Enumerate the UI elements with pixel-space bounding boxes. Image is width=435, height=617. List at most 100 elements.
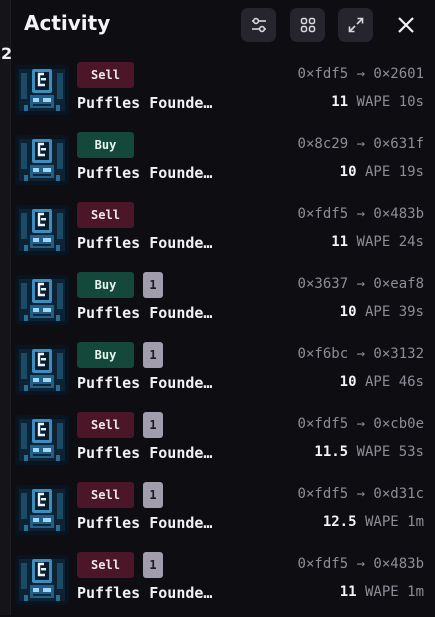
activity-row[interactable]: Sell Puffles Founde… 0×fdf5 → 0×483b 11 … — [10, 197, 435, 267]
nft-thumbnail[interactable] — [15, 555, 69, 605]
arrow-right-icon: → — [356, 206, 374, 222]
activity-row[interactable]: Sell 1 Puffles Founde… 0×fdf5 → 0×cb0e 1… — [10, 407, 435, 477]
collection-name[interactable]: Puffles Founde… — [77, 584, 212, 602]
price-currency: APE — [364, 304, 391, 320]
nft-thumbnail[interactable] — [15, 65, 69, 115]
to-address[interactable]: 0×2601 — [373, 66, 424, 82]
from-address[interactable]: 0×fdf5 — [298, 556, 349, 572]
transfer-route: 0×fdf5 → 0×d31c — [298, 486, 424, 502]
collection-name[interactable]: Puffles Founde… — [77, 374, 212, 392]
price-line: 10 APE 19s — [340, 164, 424, 180]
nft-thumbnail[interactable] — [15, 345, 69, 395]
collection-name[interactable]: Puffles Founde… — [77, 304, 212, 322]
time-ago: 10s — [398, 94, 424, 110]
arrow-right-icon: → — [356, 416, 374, 432]
trade-type-badge: Sell — [77, 482, 134, 508]
from-address[interactable]: 0×8c29 — [298, 136, 349, 152]
from-address[interactable]: 0×fdf5 — [298, 206, 349, 222]
arrow-right-icon: → — [356, 556, 374, 572]
transfer-route: 0×fdf5 → 0×483b — [298, 556, 424, 572]
nft-image — [15, 65, 69, 115]
time-ago: 46s — [398, 374, 424, 390]
quantity-badge: 1 — [143, 272, 163, 298]
quantity-badge: 1 — [143, 342, 163, 368]
close-button[interactable] — [389, 8, 423, 42]
price-line: 12.5 WAPE 1m — [323, 514, 424, 530]
collection-name[interactable]: Puffles Founde… — [77, 94, 212, 112]
trade-type-badge: Sell — [77, 552, 134, 578]
collection-name[interactable]: Puffles Founde… — [77, 234, 212, 252]
expand-button[interactable] — [338, 8, 373, 42]
transfer-route: 0×fdf5 → 0×483b — [298, 206, 424, 222]
nft-thumbnail[interactable] — [15, 275, 69, 325]
from-address[interactable]: 0×f6bc — [298, 346, 349, 362]
time-ago: 19s — [398, 164, 424, 180]
price-line: 10 APE 46s — [340, 374, 424, 390]
activity-row[interactable]: Sell 1 Puffles Founde… 0×fdf5 → 0×d31c 1… — [10, 477, 435, 547]
to-address[interactable]: 0×3132 — [373, 346, 424, 362]
price-amount: 11 — [331, 94, 349, 110]
time-ago: 39s — [398, 304, 424, 320]
time-ago: 24s — [398, 234, 424, 250]
grid-icon — [300, 17, 315, 33]
to-address[interactable]: 0×cb0e — [373, 416, 424, 432]
collection-name[interactable]: Puffles Founde… — [77, 164, 212, 182]
trade-type-badge: Buy — [77, 132, 134, 158]
to-address[interactable]: 0×483b — [373, 556, 424, 572]
quantity-badge: 1 — [143, 552, 163, 578]
transfer-route: 0×f6bc → 0×3132 — [298, 346, 424, 362]
transfer-route: 0×8c29 → 0×631f — [298, 136, 424, 152]
filter-button[interactable] — [241, 8, 276, 42]
trade-type-badge: Sell — [77, 412, 134, 438]
price-amount: 11 — [331, 234, 349, 250]
price-amount: 12.5 — [322, 514, 357, 530]
price-currency: WAPE — [356, 94, 391, 110]
nft-image — [15, 205, 69, 255]
nft-image — [15, 555, 69, 605]
activity-row[interactable]: Buy 1 Puffles Founde… 0×f6bc → 0×3132 10… — [10, 337, 435, 407]
price-currency: WAPE — [364, 514, 399, 530]
price-currency: WAPE — [356, 444, 391, 460]
transfer-route: 0×fdf5 → 0×cb0e — [298, 416, 424, 432]
from-address[interactable]: 0×fdf5 — [298, 416, 349, 432]
collection-name[interactable]: Puffles Founde… — [77, 444, 212, 462]
to-address[interactable]: 0×631f — [373, 136, 424, 152]
arrow-right-icon: → — [356, 276, 374, 292]
price-line: 11 WAPE 24s — [331, 234, 424, 250]
arrow-right-icon: → — [356, 486, 374, 502]
price-line: 10 APE 39s — [340, 304, 424, 320]
nft-image — [15, 275, 69, 325]
nft-image — [15, 345, 69, 395]
nft-thumbnail[interactable] — [15, 485, 69, 535]
activity-panel: Activity Sell Puffles Founde… 0×fdf5 → 0… — [10, 0, 435, 615]
price-currency: APE — [364, 164, 391, 180]
nft-thumbnail[interactable] — [15, 205, 69, 255]
price-currency: WAPE — [356, 234, 391, 250]
trade-type-badge: Buy — [77, 272, 134, 298]
from-address[interactable]: 0×fdf5 — [298, 66, 349, 82]
price-amount: 10 — [339, 304, 357, 320]
time-ago: 53s — [398, 444, 424, 460]
nft-image — [15, 415, 69, 465]
quantity-badge: 1 — [143, 412, 163, 438]
quantity-badge: 1 — [143, 482, 163, 508]
price-line: 11.5 WAPE 53s — [314, 444, 424, 460]
activity-row[interactable]: Buy Puffles Founde… 0×8c29 → 0×631f 10 A… — [10, 127, 435, 197]
activity-row[interactable]: Sell 1 Puffles Founde… 0×fdf5 → 0×483b 1… — [10, 547, 435, 617]
nft-thumbnail[interactable] — [15, 135, 69, 185]
to-address[interactable]: 0×d31c — [373, 486, 424, 502]
grid-view-button[interactable] — [290, 8, 325, 42]
activity-row[interactable]: Buy 1 Puffles Founde… 0×3637 → 0×eaf8 10… — [10, 267, 435, 337]
activity-row[interactable]: Sell Puffles Founde… 0×fdf5 → 0×2601 11 … — [10, 57, 435, 127]
nft-thumbnail[interactable] — [15, 415, 69, 465]
arrow-right-icon: → — [356, 346, 374, 362]
to-address[interactable]: 0×483b — [373, 206, 424, 222]
from-address[interactable]: 0×fdf5 — [298, 486, 349, 502]
price-currency: WAPE — [364, 584, 399, 600]
trade-type-badge: Sell — [77, 202, 134, 228]
sliders-icon — [251, 17, 266, 33]
to-address[interactable]: 0×eaf8 — [373, 276, 424, 292]
from-address[interactable]: 0×3637 — [298, 276, 349, 292]
nft-image — [15, 135, 69, 185]
collection-name[interactable]: Puffles Founde… — [77, 514, 212, 532]
